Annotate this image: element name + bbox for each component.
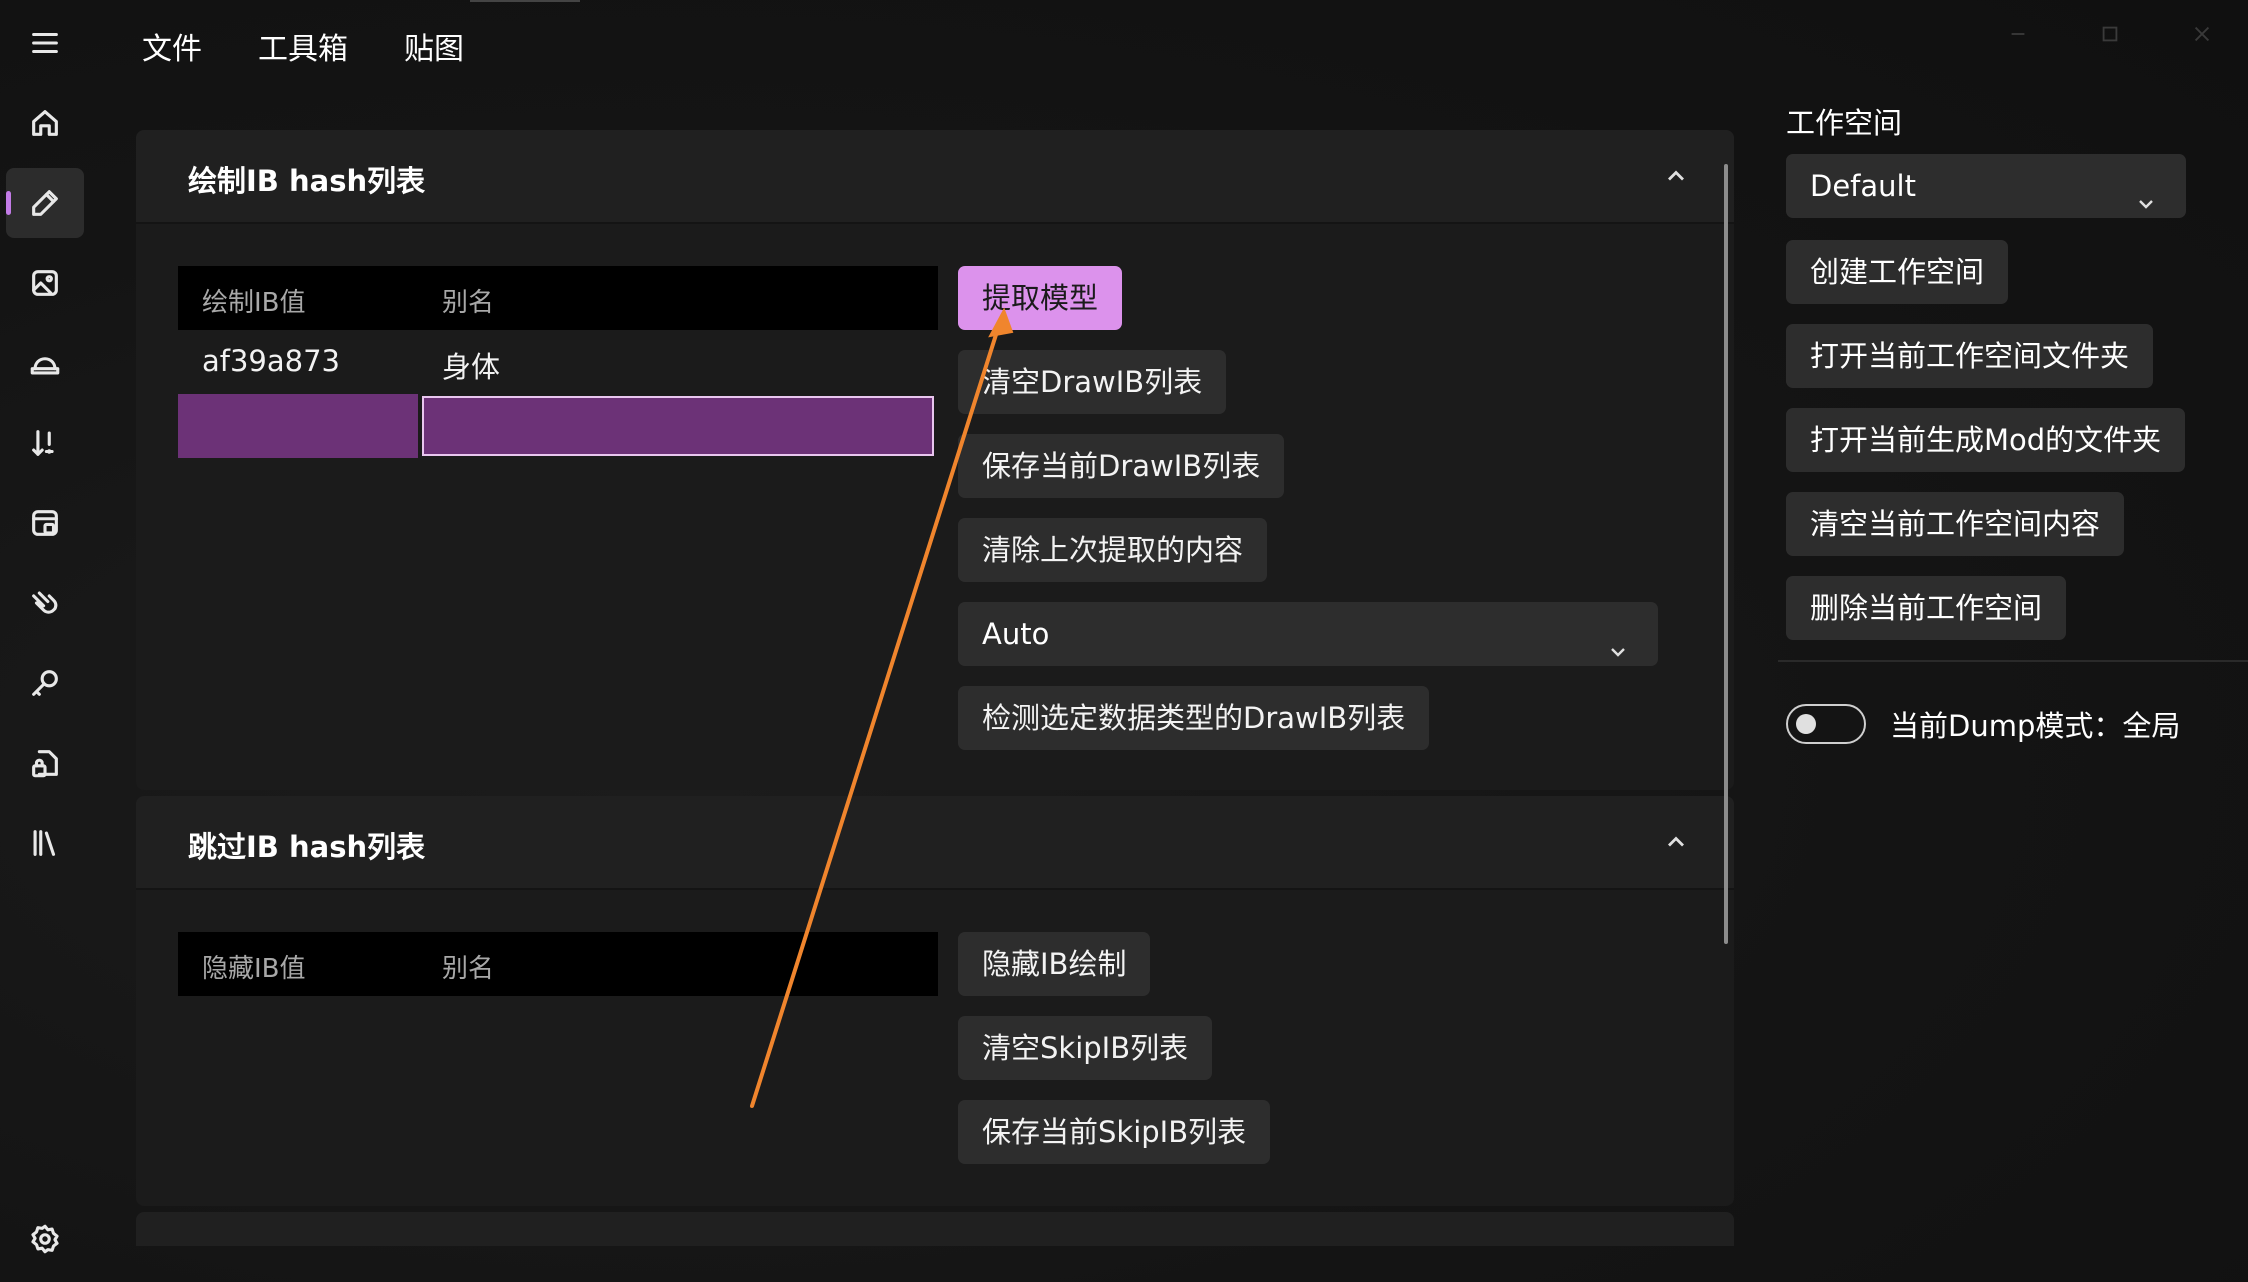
workspace-divider	[1778, 660, 2248, 662]
menu-toolbox[interactable]: 工具箱	[258, 28, 348, 72]
lock-file-icon[interactable]	[6, 728, 84, 798]
data-type-select[interactable]: Auto	[958, 602, 1658, 666]
skipib-col-hash: 隐藏IB值	[202, 954, 306, 984]
skipib-panel-header[interactable]: 跳过IB hash列表	[136, 796, 1734, 890]
clear-workspace-button[interactable]: 清空当前工作空间内容	[1786, 492, 2125, 556]
workspace-selected: Default	[1810, 169, 1916, 203]
dump-mode-toggle[interactable]	[1786, 704, 1866, 744]
extract-model-button[interactable]: 提取模型	[958, 266, 1123, 330]
minimize-icon[interactable]	[1998, 14, 2038, 54]
clear-skipib-button[interactable]: 清空SkipIB列表	[958, 1016, 1213, 1080]
skipib-table-header: 隐藏IB值 别名	[178, 932, 938, 996]
menu-bar: 文件 工具箱 贴图	[142, 28, 464, 72]
skipib-panel: 跳过IB hash列表	[136, 796, 1734, 1206]
drawib-panel-title: 绘制IB hash列表	[188, 164, 426, 198]
workspace-select[interactable]: Default	[1786, 154, 2186, 218]
drawib-table-header: 绘制IB值 别名	[178, 266, 938, 330]
data-type-value: Auto	[982, 617, 1050, 651]
pencil-icon[interactable]	[6, 168, 84, 238]
home-icon[interactable]	[6, 88, 84, 158]
menu-icon[interactable]	[6, 8, 84, 78]
save-skipib-button[interactable]: 保存当前SkipIB列表	[958, 1100, 1271, 1164]
sort-icon[interactable]	[6, 408, 84, 478]
delete-workspace-button[interactable]: 删除当前工作空间	[1786, 576, 2067, 640]
chevron-up-icon[interactable]	[1662, 162, 1690, 190]
drawib-panel: 绘制IB hash列表	[136, 130, 1734, 790]
open-mod-folder-button[interactable]: 打开当前生成Mod的文件夹	[1786, 408, 2186, 472]
hand-icon[interactable]	[6, 568, 84, 638]
new-row-alias-cell[interactable]	[422, 396, 934, 456]
toggle-knob	[1796, 714, 1816, 734]
scrollbar[interactable]	[1724, 164, 1728, 944]
gear-icon[interactable]	[6, 1204, 84, 1274]
drawib-col-hash: 绘制IB值	[202, 288, 306, 318]
maximize-icon[interactable]	[2090, 14, 2130, 54]
skipib-panel-title: 跳过IB hash列表	[188, 830, 426, 864]
menu-texture[interactable]: 贴图	[404, 28, 464, 72]
image-icon[interactable]	[6, 248, 84, 318]
chevron-down-icon	[2134, 174, 2158, 209]
hide-ib-button[interactable]: 隐藏IB绘制	[958, 932, 1151, 996]
new-row-hash-cell[interactable]	[178, 394, 418, 458]
drawib-panel-header[interactable]: 绘制IB hash列表	[136, 130, 1734, 224]
drawib-row-hash[interactable]: af39a873	[202, 344, 340, 378]
detect-drawib-button[interactable]: 检测选定数据类型的DrawIB列表	[958, 686, 1430, 750]
dump-mode-label: 当前Dump模式：全局	[1890, 709, 2181, 743]
library-icon[interactable]	[6, 808, 84, 878]
hat-icon[interactable]	[6, 328, 84, 398]
next-panel-header[interactable]	[136, 1212, 1734, 1246]
drawib-row-alias[interactable]: 身体	[442, 344, 500, 386]
skipib-col-alias: 别名	[442, 954, 495, 984]
save-drawib-button[interactable]: 保存当前DrawIB列表	[958, 434, 1285, 498]
chevron-up-icon[interactable]	[1662, 828, 1690, 856]
menu-file[interactable]: 文件	[142, 28, 202, 72]
title-bar-line	[470, 0, 580, 2]
chevron-down-icon	[1606, 622, 1630, 657]
workspace-title: 工作空间	[1786, 106, 1903, 140]
sidebar	[0, 0, 88, 1282]
drawib-col-alias: 别名	[442, 288, 495, 318]
database-icon[interactable]	[6, 488, 84, 558]
clear-last-extract-button[interactable]: 清除上次提取的内容	[958, 518, 1268, 582]
key-icon[interactable]	[6, 648, 84, 718]
clear-drawib-button[interactable]: 清空DrawIB列表	[958, 350, 1227, 414]
open-workspace-folder-button[interactable]: 打开当前工作空间文件夹	[1786, 324, 2154, 388]
close-icon[interactable]	[2182, 14, 2222, 54]
create-workspace-button[interactable]: 创建工作空间	[1786, 240, 2009, 304]
